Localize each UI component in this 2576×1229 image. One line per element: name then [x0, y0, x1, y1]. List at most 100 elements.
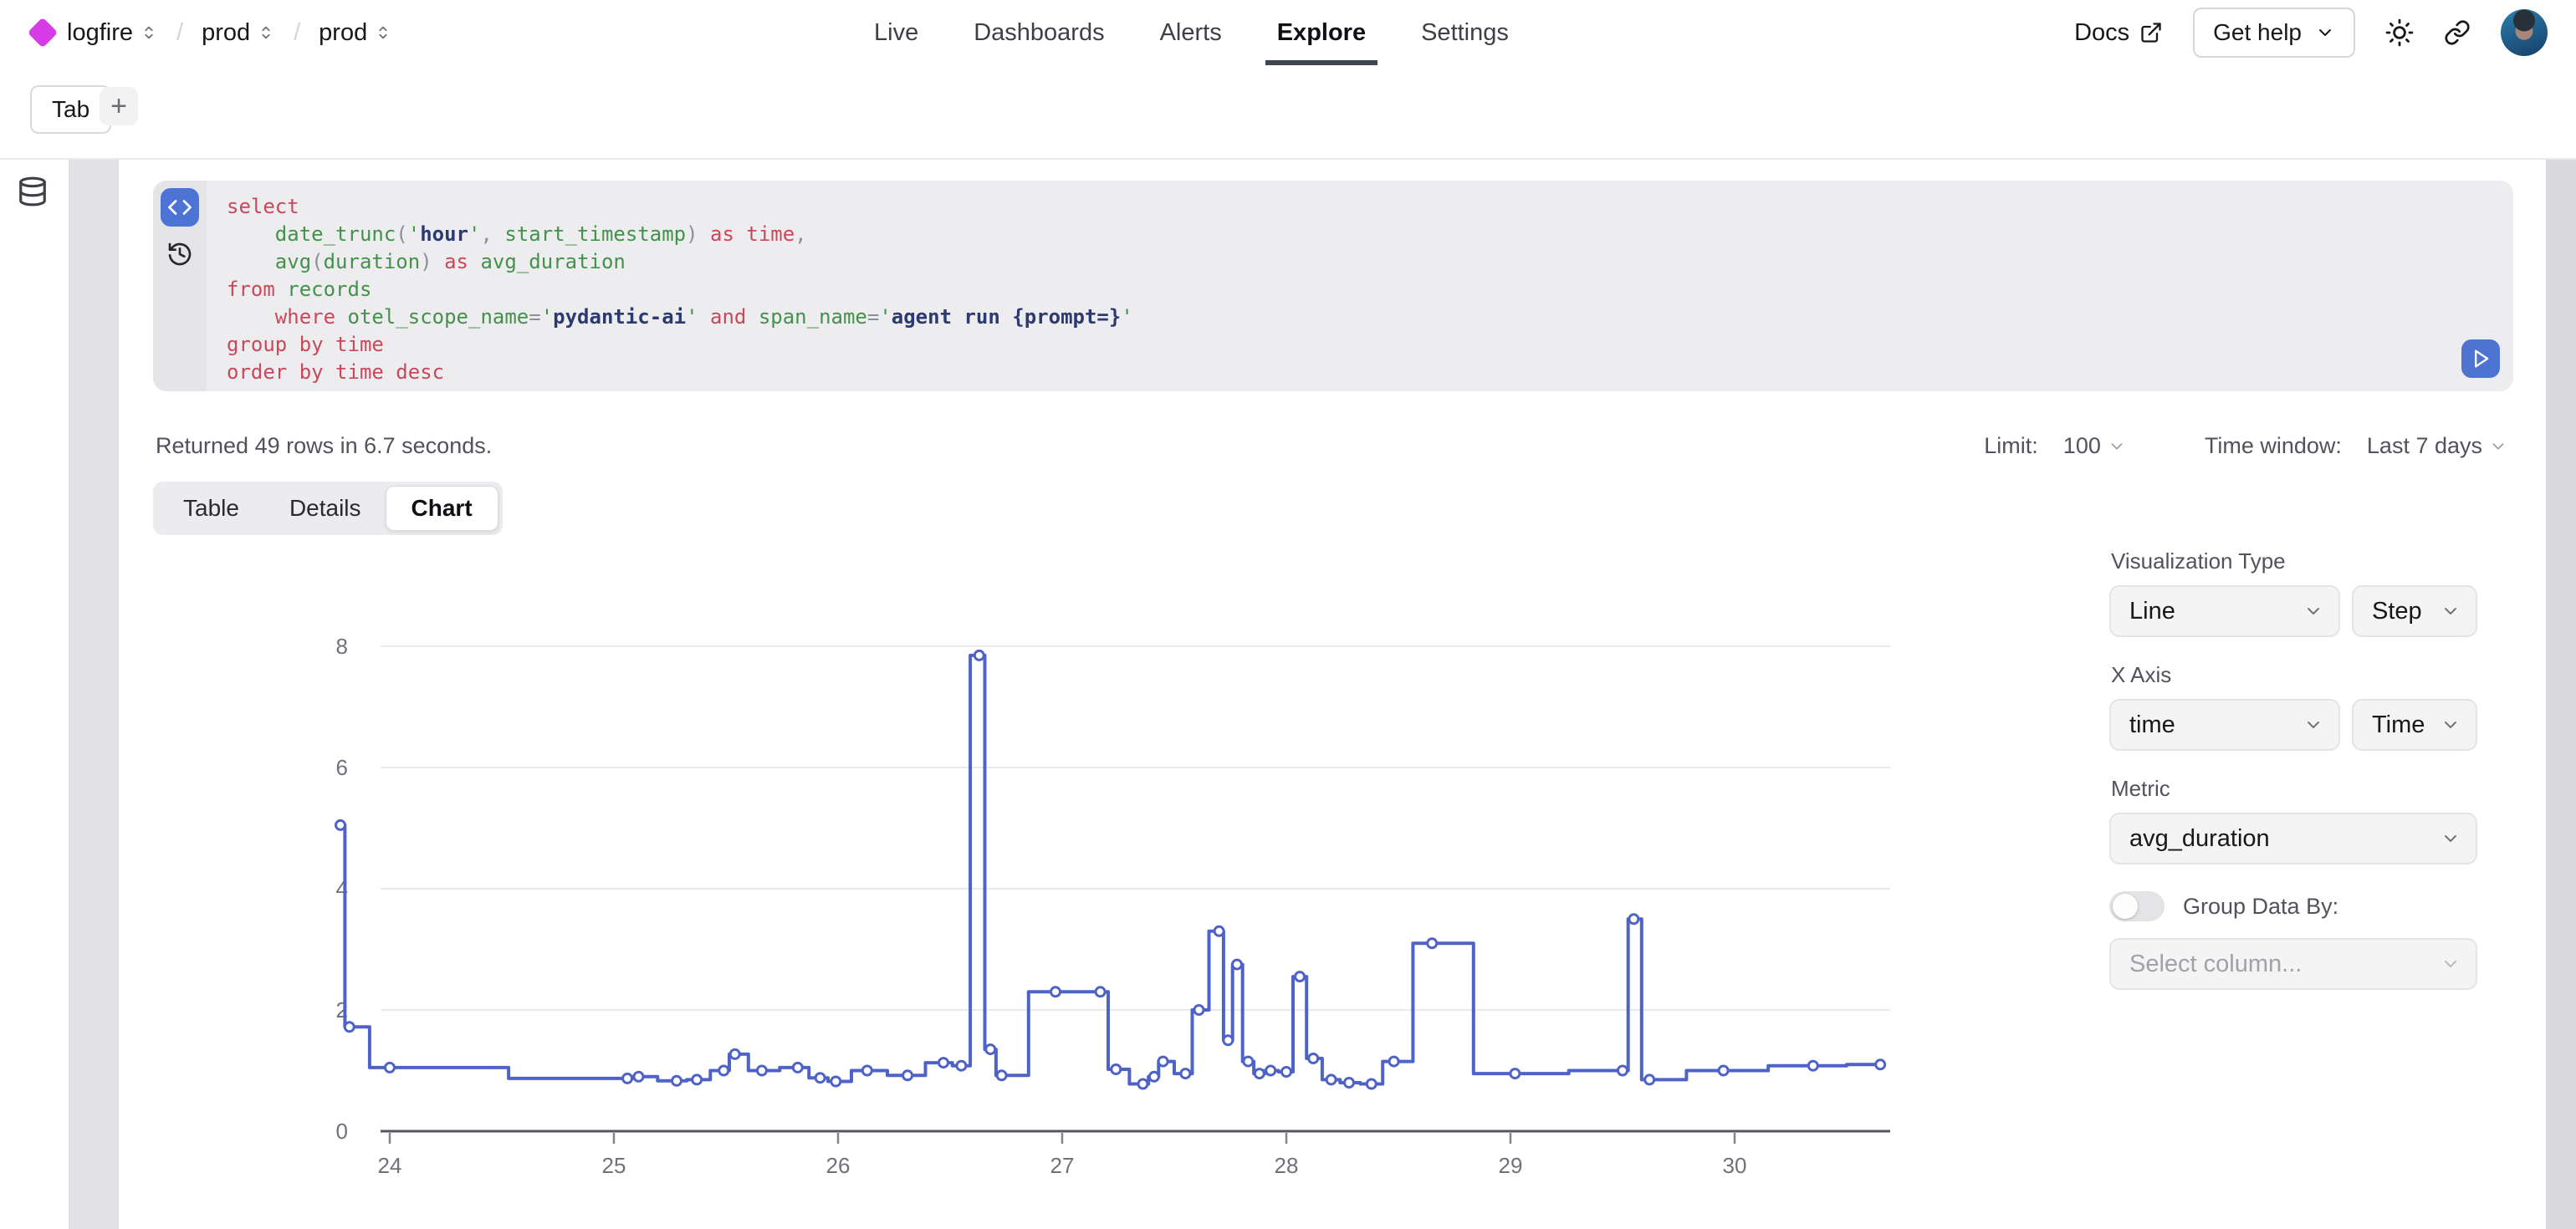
svg-text:30: 30 — [1723, 1153, 1747, 1178]
theme-toggle-button[interactable] — [2385, 18, 2414, 47]
svg-text:8: 8 — [336, 634, 348, 659]
viz-type-value: Line — [2129, 598, 2175, 625]
format-query-button[interactable] — [161, 188, 199, 227]
x-axis-column-dropdown[interactable]: time — [2109, 699, 2340, 751]
chevron-down-icon — [2441, 954, 2461, 974]
svg-text:25: 25 — [602, 1153, 626, 1178]
top-nav-bar: logfire / prod / prod Live Dashboards Al… — [0, 0, 2576, 67]
x-axis-label: X Axis — [2111, 662, 2477, 688]
right-scroll-gutter[interactable] — [2546, 160, 2576, 1229]
group-by-column-dropdown[interactable]: Select column... — [2109, 938, 2477, 990]
tab-chart[interactable]: Chart — [386, 487, 498, 530]
line-mode-value: Step — [2372, 598, 2422, 625]
tab-table[interactable]: Table — [158, 487, 264, 530]
gridlines — [381, 646, 1890, 1010]
get-help-label: Get help — [2213, 19, 2302, 46]
share-link-button[interactable] — [2444, 19, 2471, 46]
svg-text:27: 27 — [1050, 1153, 1075, 1178]
docs-link[interactable]: Docs — [2074, 19, 2163, 47]
group-data-by-label: Group Data By: — [2183, 894, 2338, 920]
line-mode-dropdown[interactable]: Step — [2352, 585, 2477, 637]
sidebar-gutter[interactable] — [69, 160, 119, 1229]
query-history-button[interactable] — [166, 241, 193, 268]
time-window-value: Last 7 days — [2367, 433, 2482, 459]
add-tab-button[interactable]: + — [100, 87, 138, 125]
nav-item-alerts[interactable]: Alerts — [1160, 0, 1222, 65]
breadcrumb: logfire / prod / prod — [32, 0, 392, 65]
user-avatar[interactable] — [2501, 9, 2548, 56]
visualization-panel: Visualization Type Line Step X Axis time… — [2109, 548, 2477, 990]
metric-label: Metric — [2111, 776, 2477, 802]
logfire-logo-icon — [28, 18, 59, 48]
sql-query-text[interactable]: select date_trunc('hour', start_timestam… — [227, 193, 2438, 386]
group-by-column-placeholder: Select column... — [2129, 951, 2302, 978]
svg-text:0: 0 — [336, 1119, 348, 1144]
query-controls: Limit: 100 Time window: Last 7 days — [1984, 433, 2507, 459]
svg-text:29: 29 — [1499, 1153, 1523, 1178]
metric-value: avg_duration — [2129, 825, 2270, 853]
tab-details[interactable]: Details — [264, 487, 386, 530]
svg-text:26: 26 — [826, 1153, 851, 1178]
limit-value: 100 — [2063, 433, 2101, 459]
unfold-icon — [374, 23, 392, 42]
limit-dropdown[interactable]: 100 — [2063, 433, 2126, 459]
unfold-icon — [257, 23, 275, 42]
unfold-icon — [140, 23, 158, 42]
sun-icon — [2385, 18, 2414, 47]
sql-editor: select date_trunc('hour', start_timestam… — [153, 181, 2513, 391]
logfire-explore-page: logfire / prod / prod Live Dashboards Al… — [0, 0, 2576, 1229]
database-icon — [17, 176, 49, 207]
org-name: logfire — [67, 19, 133, 47]
nav-item-explore[interactable]: Explore — [1277, 0, 1366, 65]
series-line — [340, 655, 1880, 1084]
main-nav: Live Dashboards Alerts Explore Settings — [874, 0, 1509, 65]
chevron-down-icon — [2489, 437, 2507, 456]
x-axis-column-value: time — [2129, 711, 2175, 739]
data-point-markers — [336, 650, 1885, 1089]
external-link-icon — [2139, 21, 2163, 44]
project-selector[interactable]: prod — [202, 19, 275, 47]
environment-selector[interactable]: prod — [319, 19, 392, 47]
svg-text:6: 6 — [336, 755, 348, 780]
play-icon — [2469, 347, 2492, 370]
group-data-by-toggle[interactable] — [2109, 891, 2165, 921]
get-help-button[interactable]: Get help — [2193, 8, 2355, 58]
code-line: date_trunc('hour', start_timestamp) as t… — [227, 221, 2438, 248]
svg-text:24: 24 — [378, 1153, 402, 1178]
avg-duration-step-chart[interactable]: 0246824252627282930 — [309, 619, 1924, 1204]
chevron-down-icon — [2303, 601, 2323, 621]
time-window-dropdown[interactable]: Last 7 days — [2367, 433, 2507, 459]
explore-tab-strip: Tab + — [0, 65, 2576, 160]
code-line: order by time desc — [227, 359, 2438, 386]
chevron-down-icon — [2441, 715, 2461, 735]
limit-label: Limit: — [1984, 433, 2038, 459]
x-axis-type-value: Time — [2372, 711, 2425, 739]
docs-label: Docs — [2074, 19, 2129, 47]
chevron-down-icon — [2108, 437, 2126, 456]
nav-item-dashboards[interactable]: Dashboards — [974, 0, 1104, 65]
history-icon — [166, 241, 193, 268]
chevron-down-icon — [2441, 601, 2461, 621]
environment-name: prod — [319, 19, 367, 47]
viz-type-label: Visualization Type — [2111, 548, 2477, 574]
metric-dropdown[interactable]: avg_duration — [2109, 813, 2477, 864]
link-icon — [2444, 19, 2471, 46]
run-query-button[interactable] — [2461, 339, 2500, 378]
result-view-tabs: Table Details Chart — [153, 482, 503, 535]
svg-text:28: 28 — [1275, 1153, 1299, 1178]
chevron-down-icon — [2315, 23, 2335, 43]
viz-type-dropdown[interactable]: Line — [2109, 585, 2340, 637]
nav-item-live[interactable]: Live — [874, 0, 918, 65]
chevron-down-icon — [2303, 715, 2323, 735]
breadcrumb-separator: / — [294, 19, 300, 47]
code-line: avg(duration) as avg_duration — [227, 248, 2438, 276]
query-result-status: Returned 49 rows in 6.7 seconds. — [156, 433, 492, 459]
code-icon — [167, 195, 192, 220]
org-selector[interactable]: logfire — [67, 19, 158, 47]
schema-sidebar-button[interactable] — [17, 176, 49, 207]
breadcrumb-separator: / — [176, 19, 183, 47]
header-actions: Docs Get help — [2074, 0, 2548, 65]
x-axis-type-dropdown[interactable]: Time — [2352, 699, 2477, 751]
toggle-knob — [2113, 894, 2138, 919]
nav-item-settings[interactable]: Settings — [1421, 0, 1509, 65]
